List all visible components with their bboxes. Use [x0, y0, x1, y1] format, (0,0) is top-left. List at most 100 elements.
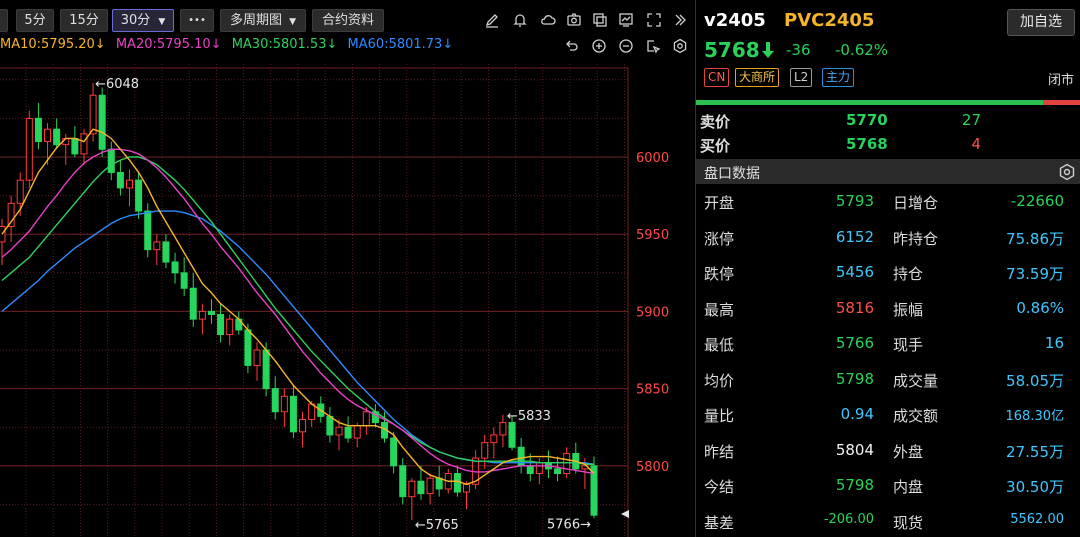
stat-value: 5562.00	[1010, 511, 1064, 527]
stat-row: 均价 5798 成交量 58.05万	[696, 362, 1080, 397]
candle-body	[153, 241, 161, 251]
candle-body	[417, 480, 425, 495]
stat-row: 量比 0.94 成交额 168.30亿	[696, 397, 1080, 432]
bid-row: 买价 5768 4	[696, 132, 1080, 156]
candle-body	[244, 329, 252, 366]
candle-body	[271, 388, 279, 413]
camera-icon[interactable]	[563, 9, 585, 31]
stat-label: 振幅	[893, 300, 924, 319]
candle-body	[435, 477, 443, 490]
stat-value: 5793	[835, 192, 874, 210]
symbol-code: v2405	[704, 10, 766, 31]
collapse-panel-icon[interactable]	[669, 9, 691, 31]
candle-body	[135, 179, 143, 212]
ask-price: 5770	[846, 111, 888, 129]
y-tick-label: 5950	[636, 228, 669, 243]
candle-body	[198, 310, 206, 320]
chevron-down-icon: ▼	[289, 17, 297, 27]
stat-label: 均价	[704, 371, 735, 390]
market-data-header: 盘口数据	[696, 159, 1080, 184]
last-low-annotation: 5766→	[547, 517, 591, 532]
zoom-out-icon[interactable]	[615, 35, 637, 57]
add-to-watchlist-button[interactable]: 加自选	[1007, 9, 1075, 36]
candle-body	[34, 117, 42, 143]
candle-body	[490, 434, 498, 444]
candle-body	[44, 128, 52, 143]
chart-settings-icon[interactable]	[669, 35, 691, 57]
candle-body	[207, 310, 215, 315]
candle-body	[563, 452, 571, 475]
down-arrow-icon	[762, 42, 774, 58]
candle-body	[180, 272, 188, 289]
draw-pen-icon[interactable]	[481, 9, 503, 31]
stat-value: 16	[1044, 334, 1064, 352]
multi-period-button[interactable]: 多周期图 ▼	[220, 9, 306, 32]
period-5min-button[interactable]: 5分	[16, 9, 54, 32]
candle-body	[71, 137, 79, 155]
stat-value: 5804	[835, 440, 874, 459]
chart-window-icon[interactable]	[615, 9, 637, 31]
main-contract-tag: 主力	[822, 68, 855, 87]
stat-row: 今结 5798 内盘 30.50万	[696, 468, 1080, 503]
candle-body	[426, 477, 434, 495]
candle-body	[408, 480, 416, 498]
chevron-down-icon: ▼	[158, 17, 166, 27]
cloud-icon[interactable]	[537, 9, 559, 31]
bid-price: 5768	[846, 135, 888, 153]
stat-label: 最低	[704, 336, 735, 354]
stat-value: 73.59万	[1006, 265, 1064, 283]
stat-label: 内盘	[893, 478, 924, 496]
market-data-title: 盘口数据	[704, 166, 760, 182]
contract-info-button[interactable]: 合约资料	[312, 9, 384, 32]
candle-body	[526, 465, 534, 475]
stat-value: 5798	[835, 476, 874, 494]
stat-value: 5456	[835, 263, 874, 281]
ma60-legend: MA60:5801.73↓	[347, 37, 454, 52]
candle-body	[344, 426, 352, 439]
fullscreen-icon[interactable]	[643, 9, 665, 31]
candle-body	[499, 422, 507, 436]
bid-ask-ratio-fill	[696, 100, 1043, 105]
bell-icon[interactable]	[509, 9, 531, 31]
stat-label: 成交额	[893, 407, 939, 425]
period-15min-button[interactable]: 15分	[60, 9, 108, 32]
settings-icon[interactable]	[1057, 162, 1077, 182]
candle-body	[162, 241, 170, 263]
chart-toolbar: 5分 15分 30分 ▼ ••• 多周期图 ▼ 合约资料	[0, 0, 694, 54]
price-change-percent: -0.62%	[835, 41, 889, 59]
stat-row: 最低 5766 现手 16	[696, 326, 1080, 361]
stat-value: 0.86%	[1016, 298, 1064, 317]
l2-tag: L2	[790, 68, 813, 87]
stat-value: 5766	[835, 334, 874, 352]
candle-body	[326, 415, 334, 436]
candle-body	[126, 179, 134, 189]
last-price: 5768	[704, 38, 760, 62]
y-tick-label: 5800	[636, 460, 669, 475]
period-30min-button[interactable]: 30分 ▼	[112, 9, 174, 32]
candle-body	[253, 349, 261, 366]
select-area-icon[interactable]	[642, 35, 664, 57]
candle-body	[289, 395, 297, 433]
stat-label: 成交量	[893, 371, 939, 390]
candle-body	[53, 128, 61, 146]
stat-label: 现货	[893, 513, 924, 532]
mid-high-annotation: ←5833	[507, 409, 551, 424]
y-tick-label: 6000	[636, 151, 669, 166]
stat-row: 涨停 6152 昨持仓 75.86万	[696, 220, 1080, 255]
more-button[interactable]: •••	[180, 9, 214, 32]
period-btn-prev[interactable]	[0, 9, 8, 32]
candlestick-chart[interactable]: 6000 5950 5900 5850 5800 ←6048 ←5833 ←5765 5766→	[0, 0, 694, 537]
zoom-in-icon[interactable]	[588, 35, 610, 57]
multi-period-label: 多周期图	[229, 13, 282, 28]
symbol-name: PVC2405	[784, 10, 875, 31]
candle-body	[535, 462, 543, 475]
candle-body	[299, 418, 307, 433]
exchange-tag: 大商所	[735, 68, 780, 87]
stat-label: 涨停	[704, 229, 735, 248]
candle-body	[189, 287, 197, 320]
bid-ask-ratio-bar	[696, 100, 1080, 105]
copy-icon[interactable]	[589, 9, 611, 31]
ma10-value: MA10:5795.20	[0, 37, 95, 52]
undo-icon[interactable]	[561, 35, 583, 57]
candle-body	[508, 422, 516, 448]
